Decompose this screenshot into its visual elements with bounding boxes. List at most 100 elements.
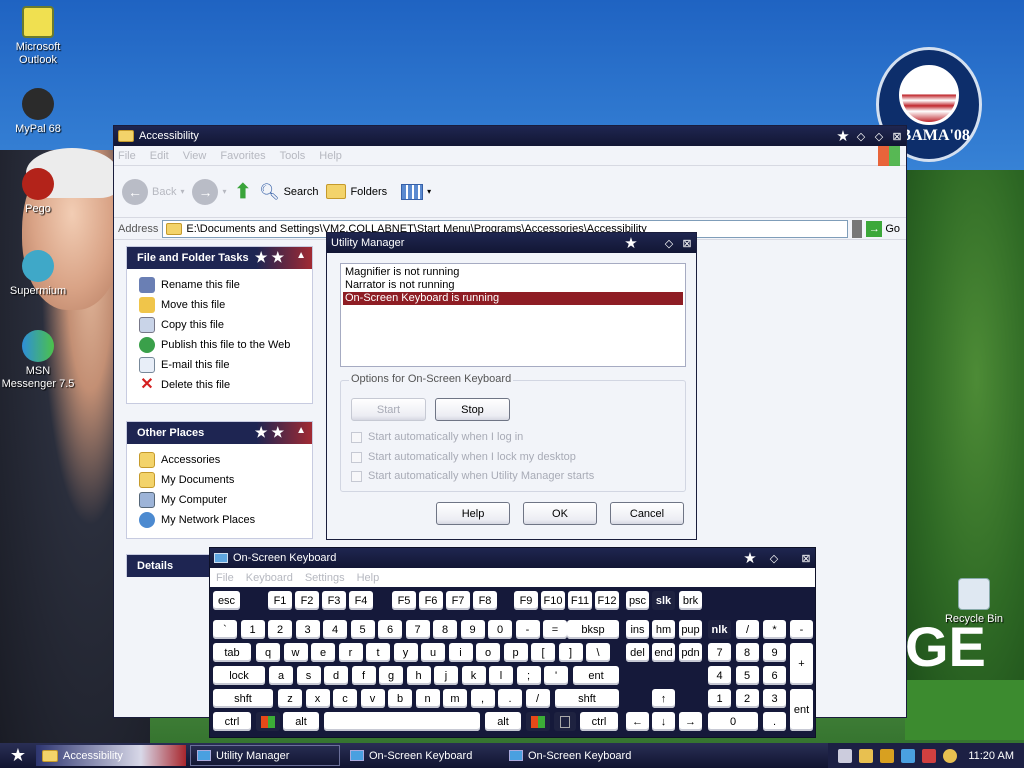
key-right-ctrl[interactable]: ctrl: [580, 712, 618, 731]
key-char[interactable]: l: [489, 666, 513, 685]
key-char[interactable]: m: [443, 689, 467, 708]
key-char[interactable]: q: [256, 643, 280, 662]
key-right-alt[interactable]: alt: [485, 712, 521, 731]
close-button[interactable]: ⊠: [888, 130, 906, 143]
taskbar-item-utility-manager[interactable]: Utility Manager: [190, 745, 340, 766]
key-arrow-down[interactable]: ↓: [652, 712, 675, 731]
utility-manager-titlebar[interactable]: Utility Manager ★ ◇ ⊠: [327, 233, 696, 253]
key-home[interactable]: hm: [652, 620, 675, 639]
cancel-button[interactable]: Cancel: [610, 502, 684, 525]
key-char[interactable]: 5: [350, 620, 375, 639]
key-left-shift[interactable]: shft: [213, 689, 273, 708]
security-tray-icon[interactable]: [922, 748, 937, 763]
menu-view[interactable]: View: [183, 150, 207, 162]
key-char[interactable]: `: [213, 620, 237, 639]
minimize-button[interactable]: ◇: [852, 130, 870, 143]
key-numpad[interactable]: 8: [735, 643, 759, 662]
help-title-button[interactable]: ◇: [660, 237, 678, 250]
key-char[interactable]: k: [461, 666, 486, 685]
list-item[interactable]: Narrator is not running: [343, 279, 683, 292]
key-num-divide[interactable]: /: [736, 620, 759, 639]
key-arrow-right[interactable]: →: [679, 712, 702, 731]
key-numpad-0[interactable]: 0: [708, 712, 758, 731]
key-numpad[interactable]: 3: [763, 689, 786, 708]
desktop-icon-mypal[interactable]: MyPal 68: [0, 88, 76, 136]
key-num-subtract[interactable]: -: [790, 620, 813, 639]
key-slk[interactable]: slk: [652, 591, 675, 610]
key-char[interactable]: h: [406, 666, 431, 685]
start-button[interactable]: Start: [351, 398, 426, 421]
desktop-icon-msn[interactable]: MSN Messenger 7.5: [0, 330, 76, 391]
key-char[interactable]: o: [476, 643, 500, 662]
key-char[interactable]: e: [311, 643, 335, 662]
place-network[interactable]: My Network Places: [139, 510, 302, 530]
key-char[interactable]: \: [586, 643, 610, 662]
desktop-icon-pego[interactable]: Pego: [0, 168, 76, 216]
key-char[interactable]: x: [305, 689, 330, 708]
key-char[interactable]: b: [388, 689, 412, 708]
menu-file[interactable]: File: [216, 572, 234, 584]
key-char[interactable]: ': [544, 666, 568, 685]
taskbar-item-osk-1[interactable]: On-Screen Keyboard: [344, 745, 499, 766]
key-esc[interactable]: esc: [213, 591, 240, 610]
key-right-shift[interactable]: shft: [555, 689, 619, 708]
key-left-ctrl[interactable]: ctrl: [213, 712, 251, 731]
key-page-up[interactable]: pup: [679, 620, 702, 639]
key-numpad[interactable]: 4: [708, 666, 731, 685]
key-end[interactable]: end: [652, 643, 675, 662]
key-numpad[interactable]: 2: [735, 689, 759, 708]
task-email[interactable]: E-mail this file: [139, 355, 302, 375]
ok-button[interactable]: OK: [523, 502, 597, 525]
osk-titlebar[interactable]: On-Screen Keyboard ★ ◇ ⊠: [210, 548, 815, 568]
key-char[interactable]: -: [515, 620, 540, 639]
collapse-icon[interactable]: ▲: [296, 425, 306, 436]
key-char[interactable]: g: [379, 666, 403, 685]
menu-favorites[interactable]: Favorites: [220, 150, 265, 162]
views-button[interactable]: ▾: [401, 183, 431, 200]
list-item[interactable]: Magnifier is not running: [343, 266, 683, 279]
key-psc[interactable]: psc: [626, 591, 649, 610]
task-copy[interactable]: Copy this file: [139, 315, 302, 335]
key-char[interactable]: 4: [323, 620, 347, 639]
key-f3[interactable]: F3: [322, 591, 346, 610]
network-tray-icon[interactable]: [901, 748, 916, 763]
key-char[interactable]: .: [498, 689, 522, 708]
key-page-down[interactable]: pdn: [679, 643, 702, 662]
utility-list[interactable]: Magnifier is not running Narrator is not…: [340, 263, 686, 367]
start-button[interactable]: ★: [0, 743, 36, 768]
task-delete[interactable]: ✕ Delete this file: [139, 375, 302, 395]
menu-edit[interactable]: Edit: [150, 150, 169, 162]
up-folder-button[interactable]: ⬆: [235, 179, 252, 204]
folders-button[interactable]: Folders: [326, 184, 387, 199]
key-char[interactable]: 6: [378, 620, 402, 639]
menu-key-icon[interactable]: [554, 712, 576, 731]
key-char[interactable]: z: [278, 689, 302, 708]
back-button[interactable]: ← Back ▾: [122, 178, 184, 205]
place-accessories[interactable]: Accessories: [139, 450, 302, 470]
key-char[interactable]: 3: [295, 620, 320, 639]
menu-help[interactable]: Help: [319, 150, 342, 162]
key-char[interactable]: j: [434, 666, 458, 685]
key-char[interactable]: v: [360, 689, 385, 708]
key-char[interactable]: n: [415, 689, 440, 708]
key-char[interactable]: /: [525, 689, 550, 708]
key-brk[interactable]: brk: [679, 591, 702, 610]
key-char[interactable]: s: [296, 666, 321, 685]
key-char[interactable]: =: [543, 620, 567, 639]
key-f12[interactable]: F12: [595, 591, 619, 610]
windows-key-icon[interactable]: [256, 712, 280, 731]
panel-header[interactable]: Other Places ★★ ▲: [127, 422, 312, 444]
key-caps-lock[interactable]: lock: [213, 666, 265, 685]
key-f7[interactable]: F7: [446, 591, 470, 610]
key-char[interactable]: d: [324, 666, 348, 685]
windows-key-icon[interactable]: [526, 712, 550, 731]
key-char[interactable]: f: [351, 666, 376, 685]
key-numpad[interactable]: 9: [763, 643, 786, 662]
close-button[interactable]: ⊠: [678, 237, 696, 250]
address-dropdown-button[interactable]: [852, 219, 863, 238]
key-num-lock[interactable]: nlk: [708, 620, 731, 639]
menu-tools[interactable]: Tools: [280, 150, 306, 162]
key-f1[interactable]: F1: [268, 591, 292, 610]
forward-button[interactable]: → ▾: [192, 178, 227, 205]
key-f10[interactable]: F10: [541, 591, 565, 610]
